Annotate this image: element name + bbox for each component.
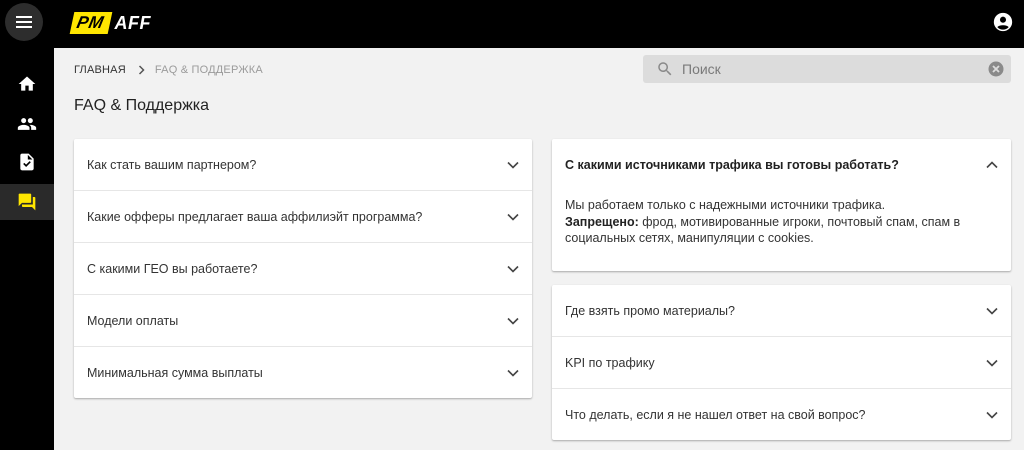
answer-forbidden-label: Запрещено: <box>565 214 639 229</box>
document-icon <box>20 153 34 171</box>
faq-item[interactable]: С какими ГЕО вы работаете? <box>74 243 532 295</box>
logo[interactable]: PM AFF <box>69 12 151 34</box>
chevron-right-icon <box>138 65 146 75</box>
faq-expanded-header[interactable]: С какими источниками трафика вы готовы р… <box>552 139 1011 191</box>
faq-question: Что делать, если я не нашел ответ на сво… <box>565 408 866 422</box>
chevron-down-icon <box>507 211 519 223</box>
faq-question: Минимальная сумма выплаты <box>87 366 263 380</box>
top-app-bar: PM AFF <box>0 0 1024 48</box>
answer-line: Мы работаем только с надежными источники… <box>565 198 886 212</box>
faq-question: Где взять промо материалы? <box>565 303 735 318</box>
chevron-down-icon <box>507 159 519 171</box>
faq-item[interactable]: Какие офферы предлагает ваша аффилиэйт п… <box>74 191 532 243</box>
faq-accordion-left: Как стать вашим партнером? Какие офферы … <box>74 139 532 398</box>
clear-circle-icon <box>988 61 1004 77</box>
nav-item-home[interactable] <box>0 66 54 102</box>
search-input[interactable] <box>682 61 962 77</box>
faq-item[interactable]: Что делать, если я не нашел ответ на сво… <box>552 389 1011 441</box>
menu-button[interactable] <box>5 3 43 41</box>
faq-question: С какими ГЕО вы работаете? <box>87 261 258 276</box>
chevron-down-icon <box>507 315 519 327</box>
breadcrumb-home-link[interactable]: ГЛАВНАЯ <box>74 64 126 76</box>
faq-accordion-right: Где взять промо материалы? KPI по трафик… <box>552 285 1011 440</box>
hamburger-icon <box>16 16 32 28</box>
chevron-down-icon <box>507 263 519 275</box>
faq-expanded-panel: С какими источниками трафика вы готовы р… <box>552 139 1011 271</box>
faq-question: Модели оплаты <box>87 313 179 328</box>
clear-search-button[interactable] <box>988 61 1004 77</box>
home-icon <box>18 76 36 91</box>
faq-expanded-question: С какими источниками трафика вы готовы р… <box>565 158 899 172</box>
chat-icon <box>18 193 36 211</box>
people-icon <box>17 118 37 130</box>
side-navigation <box>0 48 54 450</box>
logo-aff: AFF <box>114 12 151 33</box>
page-title: FAQ & Поддержка <box>74 97 210 114</box>
nav-item-partners[interactable] <box>0 106 54 142</box>
nav-item-reports[interactable] <box>0 144 54 180</box>
chevron-down-icon <box>507 367 519 379</box>
faq-question: Как стать вашим партнером? <box>87 157 257 172</box>
chevron-up-icon <box>986 159 998 171</box>
faq-item[interactable]: Как стать вашим партнером? <box>74 139 532 191</box>
nav-item-support[interactable] <box>0 184 54 220</box>
breadcrumb-current: FAQ & ПОДДЕРЖКА <box>154 64 263 76</box>
account-circle-icon <box>993 12 1013 32</box>
search-bar <box>643 55 1011 83</box>
faq-question: KPI по трафику <box>565 355 655 370</box>
faq-item[interactable]: Где взять промо материалы? <box>552 285 1011 337</box>
faq-question: Какие офферы предлагает ваша аффилиэйт п… <box>87 209 423 224</box>
faq-item[interactable]: Модели оплаты <box>74 295 532 347</box>
logo-pm: PM <box>69 12 112 34</box>
answer-forbidden: Запрещено: фрод, мотивированные игроки, … <box>565 214 998 247</box>
chevron-down-icon <box>986 305 998 317</box>
faq-expanded-answer: Мы работаем только с надежными источники… <box>552 191 1011 247</box>
search-icon <box>656 60 674 78</box>
account-button[interactable] <box>992 11 1014 33</box>
chevron-down-icon <box>986 409 998 421</box>
breadcrumb: ГЛАВНАЯ FAQ & ПОДДЕРЖКА <box>74 64 263 76</box>
chevron-down-icon <box>986 357 998 369</box>
faq-item[interactable]: KPI по трафику <box>552 337 1011 389</box>
faq-item[interactable]: Минимальная сумма выплаты <box>74 347 532 399</box>
